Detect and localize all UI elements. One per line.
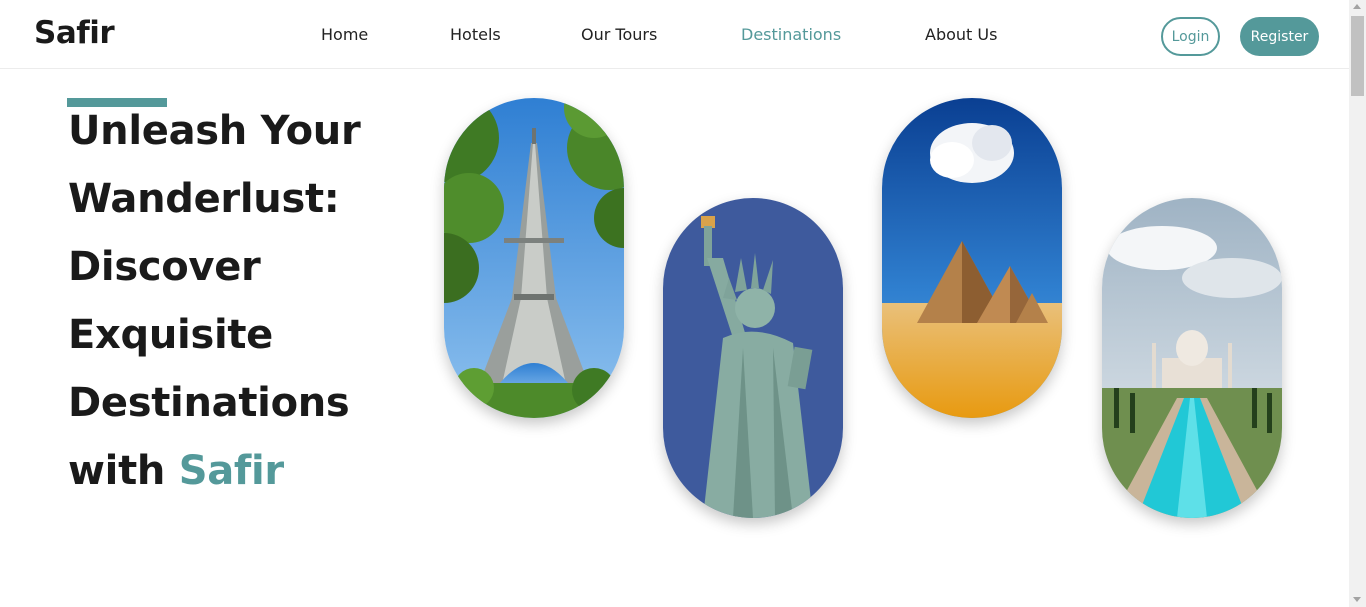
headline-line: Destinations (68, 380, 350, 426)
nav-destinations[interactable]: Destinations (741, 25, 841, 44)
scrollbar-thumb[interactable] (1351, 16, 1364, 96)
hero-headline: Unleash Your Wanderlust: Discover Exquis… (68, 97, 428, 505)
headline-line: Unleash Your (68, 108, 361, 154)
navbar: Safir Home Hotels Our Tours Destinations… (0, 0, 1349, 69)
headline-brand-word: Safir (178, 448, 284, 494)
scroll-down-arrow-icon[interactable] (1353, 597, 1361, 602)
headline-prefix: with (68, 448, 166, 494)
register-button[interactable]: Register (1240, 17, 1319, 56)
taj-mahal-image (1102, 198, 1282, 518)
site-logo[interactable]: Safir (34, 15, 115, 51)
eiffel-tower-image (444, 98, 624, 418)
nav-about-us[interactable]: About Us (925, 25, 997, 44)
statue-of-liberty-image (663, 198, 843, 518)
login-button[interactable]: Login (1161, 17, 1220, 56)
nav-home[interactable]: Home (321, 25, 368, 44)
headline-last-line: with Safir (68, 437, 428, 505)
headline-line: Exquisite (68, 312, 274, 358)
nav-hotels[interactable]: Hotels (450, 25, 501, 44)
scroll-up-arrow-icon[interactable] (1353, 4, 1361, 9)
headline-line: Discover (68, 244, 261, 290)
pyramids-image (882, 98, 1062, 418)
headline-line: Wanderlust: (68, 176, 340, 222)
nav-our-tours[interactable]: Our Tours (581, 25, 657, 44)
